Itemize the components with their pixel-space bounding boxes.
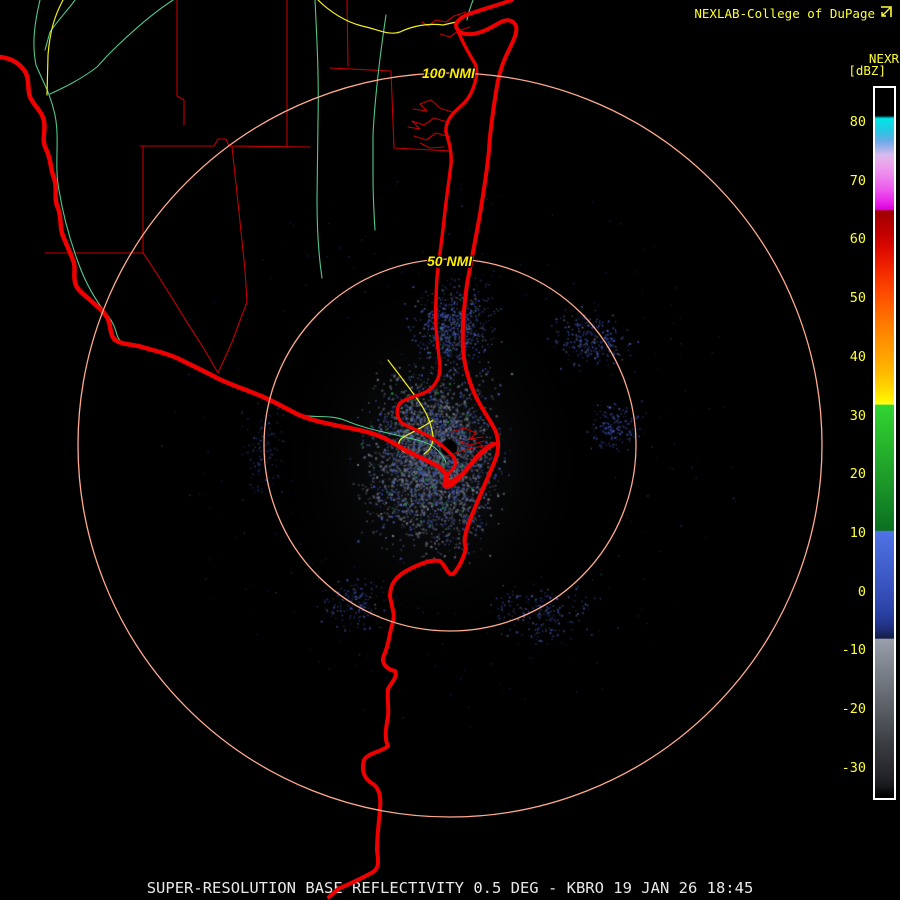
roads-green (33, 0, 447, 464)
county-borders (44, 146, 144, 254)
county-borders (142, 252, 219, 374)
colorbar-tick-label: 50 (849, 290, 866, 307)
colorbar-tick-label: 70 (849, 172, 866, 189)
roads-green (372, 14, 387, 231)
county-borders (176, 0, 185, 126)
colorbar-tick-label: 20 (849, 466, 866, 483)
county-borders (412, 99, 453, 113)
colorbar-tick-label: 60 (849, 231, 866, 248)
roads-yellow (387, 359, 434, 455)
county-borders (451, 427, 484, 440)
county-borders (407, 117, 448, 130)
reflectivity-colorbar (873, 86, 896, 800)
map-overlay (0, 0, 823, 899)
nexlab-logo-icon (880, 6, 892, 21)
roads-yellow (317, 0, 457, 34)
radar-display: SUPER-RESOLUTION BASE REFLECTIVITY 0.5 D… (0, 0, 900, 900)
county-borders (139, 138, 311, 148)
brand-text: NEXLAB-College of DuPage (694, 6, 892, 21)
county-borders (413, 132, 451, 141)
roads-yellow (46, 0, 64, 96)
county-borders (419, 142, 445, 149)
colorbar-tick-label: -30 (841, 759, 866, 776)
border-river-rio-grande (0, 54, 497, 489)
range-ring-label: 50 NMI (427, 253, 473, 269)
colorbar-gradient (875, 88, 894, 798)
roads-green (466, 0, 474, 21)
county-borders (217, 146, 248, 374)
colorbar-tick-label: 80 (849, 114, 866, 130)
range-ring-label: 100 NMI (422, 65, 475, 81)
colorbar-tick-label: -10 (841, 642, 866, 659)
county-borders (346, 0, 349, 67)
colorbar-tick-label: 30 (849, 407, 866, 424)
units-label: [dBZ] (848, 63, 886, 78)
colorbar-tick-label: 0 (857, 583, 866, 600)
colorbar-tick-label: 10 (849, 524, 866, 541)
roads-green (314, 0, 323, 279)
roads-green (49, 0, 174, 95)
colorbar-tick-label: -20 (841, 701, 866, 717)
colorbar-tick-label: 40 (849, 348, 866, 365)
brand-label: NEXLAB-College of DuPage (694, 6, 875, 21)
county-borders (457, 440, 485, 446)
